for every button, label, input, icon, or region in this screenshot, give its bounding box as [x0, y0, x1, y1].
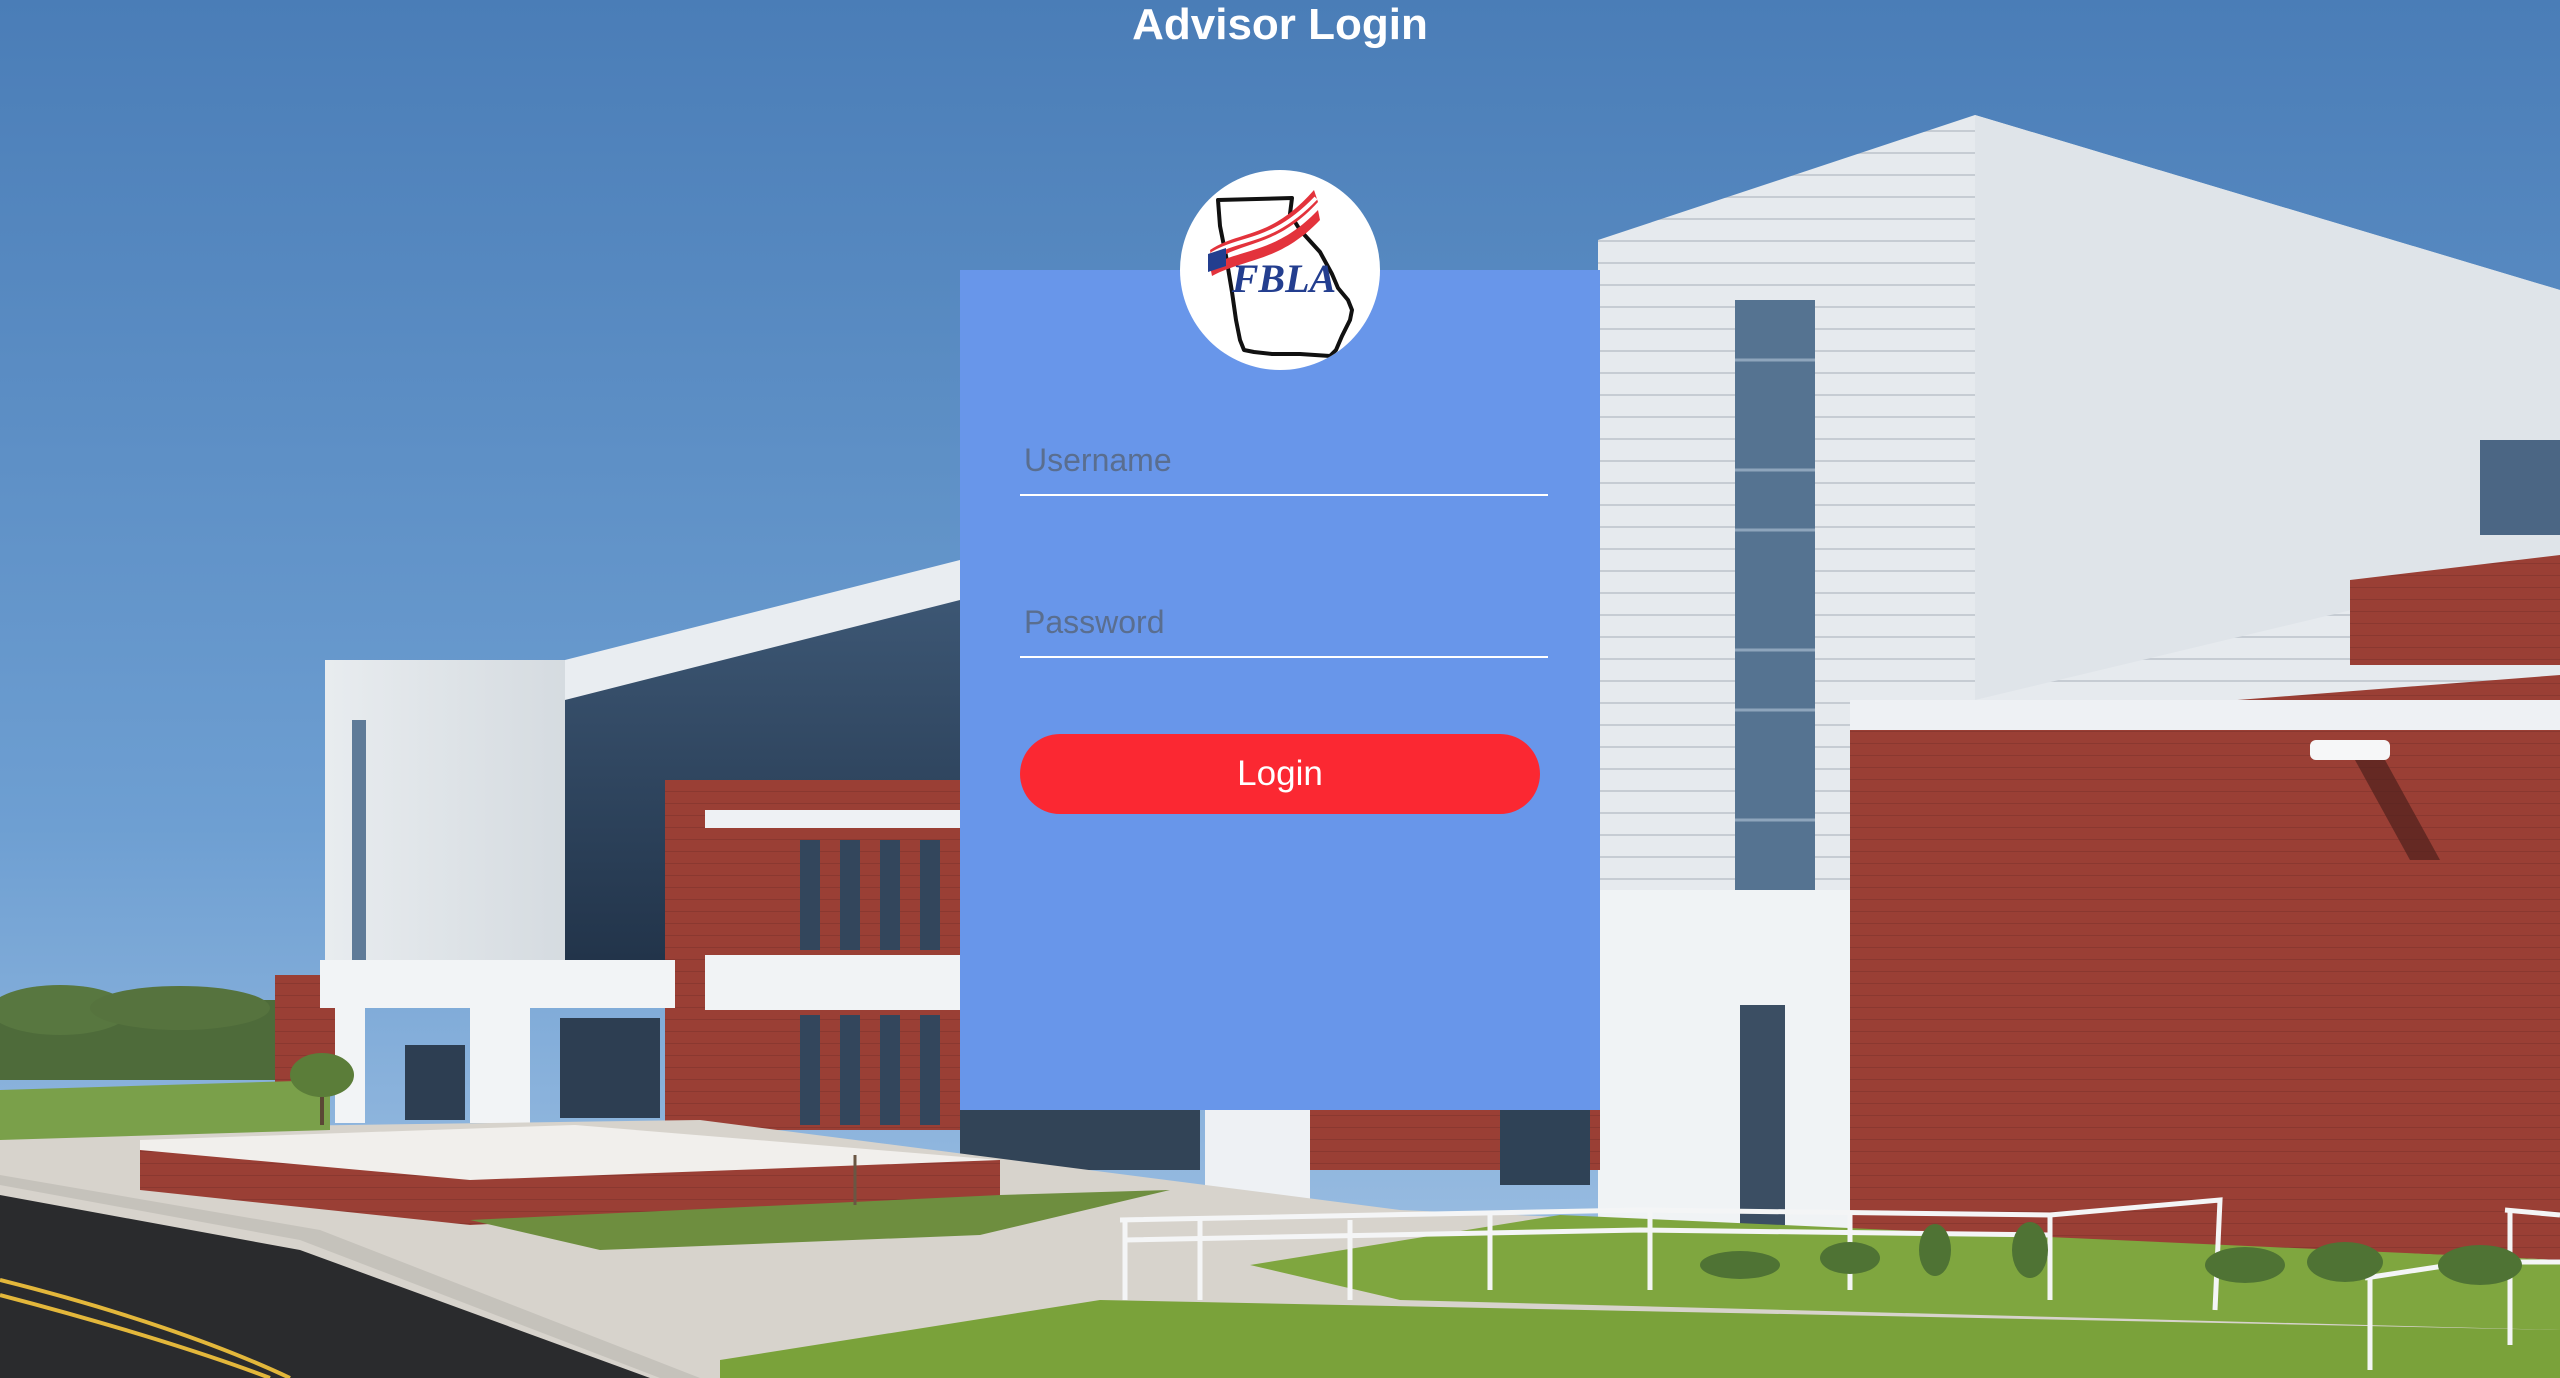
login-card — [960, 270, 1600, 1110]
page-title: Advisor Login — [1132, 0, 1428, 49]
password-input[interactable] — [1020, 594, 1548, 650]
fbla-logo-text: FBLA — [1231, 256, 1336, 301]
login-button[interactable]: Login — [1020, 734, 1540, 814]
fbla-logo: FBLA — [1180, 170, 1380, 370]
username-field — [1020, 424, 1548, 496]
password-field — [1020, 586, 1548, 658]
fbla-georgia-logo-icon: FBLA — [1208, 190, 1354, 358]
username-input[interactable] — [1020, 432, 1548, 488]
